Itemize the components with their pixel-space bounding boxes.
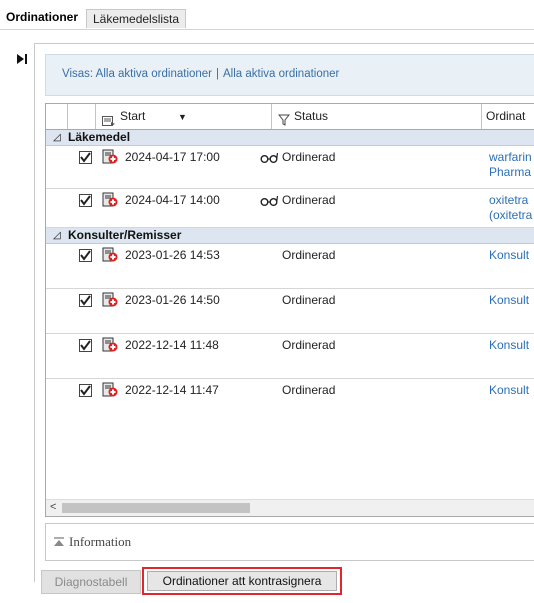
ordination-link[interactable]: Konsult [489,338,529,353]
checkbox-checked-icon[interactable] [79,339,92,352]
ordination-link[interactable]: Konsult [489,383,529,398]
filter-separator: | [216,68,220,80]
order-document-icon [102,337,118,352]
horizontal-scrollbar[interactable]: < [46,499,534,516]
table-row[interactable]: 2023-01-26 14:50 Ordinerad Konsult [46,289,534,334]
status-text: Ordinerad [282,150,336,164]
order-document-icon [102,149,118,164]
group-label: Läkemedel [68,130,131,144]
checkbox-checked-icon[interactable] [79,384,92,397]
table-row[interactable]: 2024-04-17 17:00 Ordinerad warfarin Phar… [46,146,534,189]
checkbox-checked-icon[interactable] [79,249,92,262]
header-status-label: Status [294,109,329,123]
ordination-link[interactable]: warfarin [489,150,532,165]
ordination-link-line2[interactable]: (oxitetra [489,208,532,223]
diagnostabell-button[interactable]: Diagnostabell [41,570,141,594]
ordination-link[interactable]: Konsult [489,248,529,263]
filter-link-active[interactable]: Visas: Alla aktiva ordinationer [62,68,212,80]
kontrasignera-button[interactable]: Ordinationer att kontrasignera [147,571,337,591]
expand-panel-icon[interactable] [15,52,29,66]
status-text: Ordinerad [282,248,336,262]
table-row[interactable]: 2024-04-17 14:00 Ordinerad oxitetra (oxi… [46,189,534,228]
orders-grid: Start ▼ Status Ordinat ◿ Läkemedel 2024-… [45,103,534,517]
tab-strip: Ordinationer Läkemedelslista [0,0,534,30]
scrollbar-thumb[interactable] [62,503,250,513]
status-text: Ordinerad [282,383,336,397]
header-ordination-label: Ordinat [486,109,526,123]
start-time: 2023-01-26 14:50 [125,293,220,307]
start-time: 2022-12-14 11:48 [125,338,219,352]
order-document-icon [102,292,118,307]
header-start-label: Start [120,109,146,123]
table-row[interactable]: 2022-12-14 11:48 Ordinerad Konsult [46,334,534,379]
order-document-icon [102,382,118,397]
header-check-col[interactable] [68,104,96,129]
group-row-lakemedel[interactable]: ◿ Läkemedel [46,130,534,146]
checkbox-checked-icon[interactable] [79,294,92,307]
glasses-icon [260,152,278,163]
filter-text: Visas: Alla aktiva ordinationer | Alla akt… [62,68,339,80]
ordination-link[interactable]: oxitetra [489,193,528,208]
filter-link-all[interactable]: Alla aktiva ordinationer [223,68,339,80]
order-document-icon [102,247,118,262]
expand-up-icon [54,537,64,546]
scroll-left-arrow-icon[interactable]: < [50,501,56,513]
collapse-triangle-icon: ◿ [53,230,61,241]
kontrasignera-highlight: Ordinationer att kontrasignera [142,567,342,595]
ordination-link-line2[interactable]: Pharma [489,165,531,180]
start-time: 2024-04-17 17:00 [125,150,220,164]
information-label: Information [69,534,132,549]
filter-bar: Visas: Alla aktiva ordinationer | Alla akt… [45,54,534,96]
sort-descending-icon: ▼ [178,112,187,122]
status-text: Ordinerad [282,338,336,352]
status-text: Ordinerad [282,193,336,207]
checkbox-checked-icon[interactable] [79,194,92,207]
header-start-col[interactable]: Start ▼ [96,104,272,129]
header-expand-col[interactable] [46,104,68,129]
status-text: Ordinerad [282,293,336,307]
start-time: 2023-01-26 14:53 [125,248,220,262]
start-time: 2024-04-17 14:00 [125,193,220,207]
group-label: Konsulter/Remisser [68,228,182,242]
order-document-icon [102,192,118,207]
header-status-col[interactable]: Status [272,104,482,129]
tab-ordinationer[interactable]: Ordinationer [0,6,84,28]
collapse-triangle-icon: ◿ [53,132,61,143]
ordination-link[interactable]: Konsult [489,293,529,308]
glasses-icon [260,195,278,206]
checkbox-checked-icon[interactable] [79,151,92,164]
tab-lakemedelslista[interactable]: Läkemedelslista [86,9,187,28]
table-row[interactable]: 2022-12-14 11:47 Ordinerad Konsult [46,379,534,423]
start-time: 2022-12-14 11:47 [125,383,219,397]
table-row[interactable]: 2023-01-26 14:53 Ordinerad Konsult [46,244,534,289]
header-ordination-col[interactable]: Ordinat [482,104,534,129]
tab-divider [0,29,534,30]
information-panel[interactable]: Information [45,523,534,561]
group-row-konsulter[interactable]: ◿ Konsulter/Remisser [46,228,534,244]
grid-header: Start ▼ Status Ordinat [46,104,534,130]
